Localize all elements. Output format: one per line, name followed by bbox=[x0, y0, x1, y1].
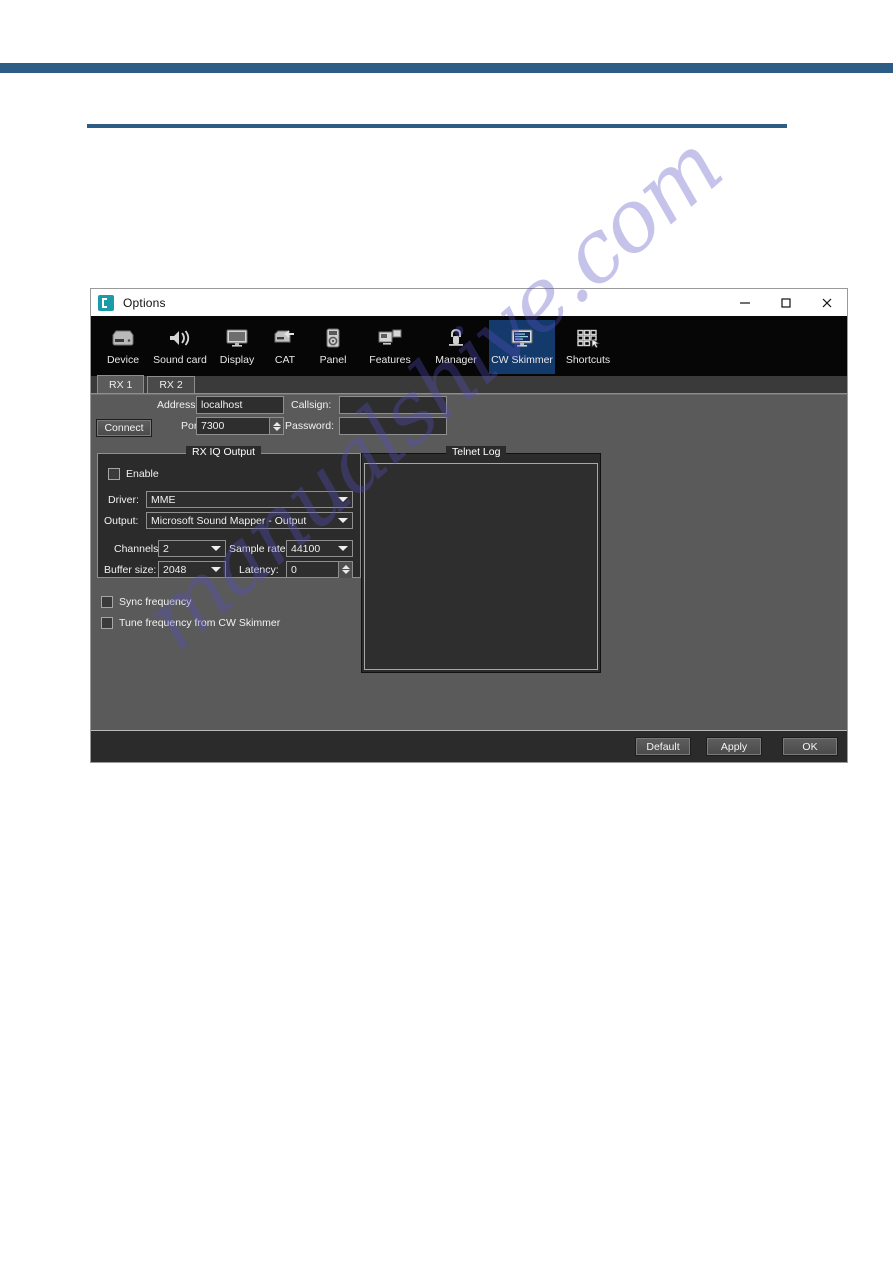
driver-value: MME bbox=[151, 493, 176, 506]
monitor-icon bbox=[224, 324, 250, 352]
toolbar-item-panel[interactable]: Panel bbox=[309, 320, 357, 374]
chevron-down-icon bbox=[338, 546, 348, 551]
speaker-icon bbox=[167, 324, 193, 352]
toolbar-item-manager[interactable]: Manager bbox=[423, 320, 489, 374]
rx-tabstrip: RX 1 RX 2 bbox=[91, 375, 847, 394]
checkbox-icon[interactable] bbox=[108, 468, 120, 480]
toolbar-item-cat[interactable]: CAT bbox=[261, 320, 309, 374]
default-button[interactable]: Default bbox=[635, 737, 691, 756]
sample-rate-value: 44100 bbox=[291, 542, 321, 555]
checkbox-icon[interactable] bbox=[101, 617, 113, 629]
toolbar-label: Device bbox=[106, 354, 140, 366]
channels-value: 2 bbox=[163, 542, 169, 555]
chevron-down-icon bbox=[338, 497, 348, 502]
buffer-size-label: Buffer size: bbox=[104, 564, 157, 576]
port-stepper[interactable]: 7300 bbox=[196, 417, 284, 435]
keyboard-icon bbox=[575, 324, 601, 352]
tune-frequency-row[interactable]: Tune frequency from CW Skimmer bbox=[101, 617, 280, 629]
toolbar-item-display[interactable]: Display bbox=[213, 320, 261, 374]
telnet-log-title: Telnet Log bbox=[446, 446, 507, 458]
page-title-rule bbox=[87, 124, 787, 128]
tune-frequency-label: Tune frequency from CW Skimmer bbox=[119, 617, 281, 629]
latency-stepper[interactable]: 0 bbox=[286, 561, 353, 578]
toolbar-label: Panel bbox=[319, 354, 347, 366]
password-label: Password: bbox=[285, 420, 335, 432]
output-value: Microsoft Sound Mapper - Output bbox=[151, 514, 307, 527]
telnet-log-output[interactable] bbox=[364, 463, 598, 670]
callsign-input[interactable] bbox=[339, 396, 447, 414]
toolbar-item-device[interactable]: Device bbox=[99, 320, 147, 374]
chevron-down-icon bbox=[211, 546, 221, 551]
app-icon bbox=[98, 294, 114, 311]
panel-device-icon bbox=[320, 324, 346, 352]
channels-label: Channels: bbox=[114, 543, 162, 555]
rx-iq-output-title: RX IQ Output bbox=[186, 446, 262, 458]
toolbar-label: Shortcuts bbox=[565, 354, 611, 366]
rx-iq-output-group: RX IQ Output Enable Driver: MME Output: … bbox=[97, 446, 361, 578]
tab-rx-2[interactable]: RX 2 bbox=[147, 376, 195, 393]
toolbar-item-sound-card[interactable]: Sound card bbox=[147, 320, 213, 374]
toolbar-label: CW Skimmer bbox=[491, 354, 553, 366]
sample-rate-select[interactable]: 44100 bbox=[286, 540, 353, 557]
dialog-title: Options bbox=[123, 295, 166, 310]
port-spinner[interactable] bbox=[269, 418, 283, 434]
telnet-log-group: Telnet Log bbox=[361, 446, 601, 673]
toolbar-item-features[interactable]: Features bbox=[357, 320, 423, 374]
maximize-icon[interactable] bbox=[765, 289, 806, 316]
skimmer-icon bbox=[509, 324, 535, 352]
latency-label: Latency: bbox=[239, 564, 279, 576]
close-icon[interactable] bbox=[806, 289, 847, 316]
latency-value: 0 bbox=[291, 563, 297, 576]
toolbar-label: Sound card bbox=[153, 354, 207, 366]
dialog-titlebar[interactable]: Options bbox=[91, 289, 847, 316]
sync-frequency-row[interactable]: Sync frequency bbox=[101, 596, 191, 608]
address-label: Address: bbox=[157, 399, 199, 411]
output-label: Output: bbox=[104, 515, 139, 527]
options-toolbar: Device Sound card Display CAT Panel Feat… bbox=[91, 316, 847, 376]
minimize-icon[interactable] bbox=[724, 289, 765, 316]
checkbox-icon[interactable] bbox=[101, 596, 113, 608]
lock-icon bbox=[443, 324, 469, 352]
options-dialog: Options Device Sound card Display CAT Pa… bbox=[90, 288, 848, 763]
ok-button[interactable]: OK bbox=[782, 737, 838, 756]
output-select[interactable]: Microsoft Sound Mapper - Output bbox=[146, 512, 353, 529]
sample-rate-label: Sample rate: bbox=[229, 543, 289, 555]
dialog-footer: Default Apply OK bbox=[91, 730, 847, 760]
page-header-rule bbox=[0, 63, 893, 73]
toolbar-label: Display bbox=[219, 354, 255, 366]
toolbar-label: Features bbox=[369, 354, 411, 366]
latency-spinner[interactable] bbox=[338, 561, 352, 578]
chevron-down-icon bbox=[211, 567, 221, 572]
sync-frequency-label: Sync frequency bbox=[119, 596, 192, 608]
toolbar-item-shortcuts[interactable]: Shortcuts bbox=[555, 320, 621, 374]
port-value: 7300 bbox=[201, 420, 225, 432]
tab-rx-1[interactable]: RX 1 bbox=[97, 375, 145, 393]
toolbar-item-cw-skimmer[interactable]: CW Skimmer bbox=[489, 320, 555, 374]
address-input[interactable]: localhost bbox=[196, 396, 284, 414]
connect-button[interactable]: Connect bbox=[96, 419, 152, 437]
toolbar-label: Manager bbox=[435, 354, 477, 366]
buffer-size-select[interactable]: 2048 bbox=[158, 561, 226, 578]
cw-skimmer-panel: Connect Address: localhost Port: 7300 Ca… bbox=[91, 394, 847, 730]
windows-icon bbox=[377, 324, 403, 352]
toolbar-label: CAT bbox=[274, 354, 296, 366]
driver-label: Driver: bbox=[108, 494, 139, 506]
driver-select[interactable]: MME bbox=[146, 491, 353, 508]
enable-checkbox-row[interactable]: Enable bbox=[108, 468, 159, 480]
enable-label: Enable bbox=[126, 468, 159, 480]
buffer-size-value: 2048 bbox=[163, 563, 187, 576]
server-icon bbox=[110, 324, 136, 352]
callsign-label: Callsign: bbox=[291, 399, 332, 411]
window-controls bbox=[724, 289, 847, 316]
chevron-down-icon bbox=[338, 518, 348, 523]
password-input[interactable] bbox=[339, 417, 447, 435]
channels-select[interactable]: 2 bbox=[158, 540, 226, 557]
cat-transfer-icon bbox=[272, 324, 298, 352]
apply-button[interactable]: Apply bbox=[706, 737, 762, 756]
